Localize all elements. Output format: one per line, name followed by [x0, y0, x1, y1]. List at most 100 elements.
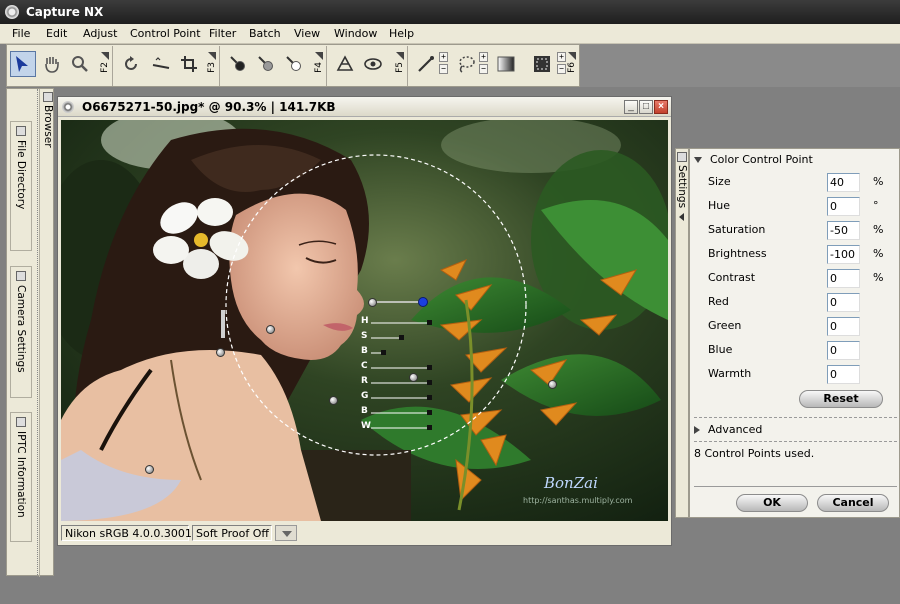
- collapsed-triangle-icon: [694, 426, 700, 434]
- row-blue: Blue 0: [708, 341, 898, 361]
- slider-label-s: S: [361, 331, 368, 341]
- hand-tool[interactable]: [39, 51, 65, 77]
- color-control-point-icon: [364, 58, 382, 70]
- marquee-minus[interactable]: −: [557, 64, 566, 74]
- white-control-point-tool[interactable]: [281, 51, 307, 77]
- iptc-toggle-icon: [16, 417, 26, 427]
- blue-input[interactable]: 0: [827, 341, 860, 360]
- close-button[interactable]: ×: [654, 100, 668, 114]
- file-directory-tab[interactable]: File Directory: [10, 121, 32, 251]
- size-input[interactable]: 40: [827, 173, 860, 192]
- f2-flyout[interactable]: F2: [100, 52, 110, 82]
- f5-flyout[interactable]: F5: [395, 52, 405, 82]
- iptc-information-tab[interactable]: IPTC Information: [10, 412, 32, 542]
- zoom-tool[interactable]: [67, 51, 93, 77]
- main-toolbar: F2 F3 F4 F5 + − + − + − F6: [6, 44, 580, 87]
- control-point-active[interactable]: [368, 298, 377, 307]
- menu-edit[interactable]: Edit: [46, 27, 67, 40]
- reset-button[interactable]: Reset: [799, 390, 883, 408]
- app-title: Capture NX: [26, 5, 104, 19]
- green-input[interactable]: 0: [827, 317, 860, 336]
- separator: [694, 486, 897, 487]
- rotate-tool[interactable]: [118, 51, 144, 77]
- straighten-tool[interactable]: [148, 51, 174, 77]
- color-control-point-tool[interactable]: [360, 51, 386, 77]
- direct-select-icon: [16, 56, 28, 72]
- f4-flyout[interactable]: F4: [314, 52, 324, 82]
- menu-filter[interactable]: Filter: [209, 27, 236, 40]
- saturation-input[interactable]: -50: [827, 221, 860, 240]
- marquee-icon: [534, 56, 550, 72]
- warmth-input[interactable]: 0: [827, 365, 860, 384]
- marquee-plus[interactable]: +: [557, 52, 566, 62]
- lasso-icon: [459, 56, 475, 73]
- hue-input[interactable]: 0: [827, 197, 860, 216]
- red-eye-tool[interactable]: [332, 51, 358, 77]
- f6-flyout[interactable]: F6: [567, 52, 577, 82]
- menu-help[interactable]: Help: [389, 27, 414, 40]
- toolbar-group-control-points: F4: [221, 46, 327, 86]
- lasso-plus[interactable]: +: [479, 52, 488, 62]
- slider-label-w: W: [361, 421, 371, 431]
- menu-file[interactable]: File: [12, 27, 30, 40]
- control-point-size-handle[interactable]: [418, 297, 428, 307]
- soft-proof-field: Soft Proof Off: [192, 525, 272, 541]
- separator: [694, 417, 897, 418]
- cancel-button[interactable]: Cancel: [817, 494, 889, 512]
- row-saturation: Saturation -50 %: [708, 221, 898, 241]
- lasso-tool[interactable]: [453, 51, 479, 77]
- settings-tab[interactable]: Settings: [675, 148, 689, 518]
- menu-adjust[interactable]: Adjust: [83, 27, 117, 40]
- contrast-input[interactable]: 0: [827, 269, 860, 288]
- neutral-control-point-tool[interactable]: [253, 51, 279, 77]
- expanded-triangle-icon: [694, 157, 702, 163]
- control-point[interactable]: [329, 396, 338, 405]
- marquee-tool[interactable]: [529, 51, 555, 77]
- control-point[interactable]: [409, 373, 418, 382]
- brightness-input[interactable]: -100: [827, 245, 860, 264]
- control-point[interactable]: [548, 380, 557, 389]
- row-warmth: Warmth 0: [708, 365, 898, 385]
- menu-batch[interactable]: Batch: [249, 27, 281, 40]
- selection-brush-tool[interactable]: [413, 51, 439, 77]
- menu-bar: File Edit Adjust Control Point Filter Ba…: [0, 24, 900, 44]
- camera-settings-tab[interactable]: Camera Settings: [10, 266, 32, 398]
- brush-size-minus[interactable]: −: [439, 64, 448, 74]
- soft-proof-dropdown[interactable]: [275, 525, 297, 541]
- row-green: Green 0: [708, 317, 898, 337]
- image-window-title: O6675271-50.jpg* @ 90.3% | 141.7KB: [82, 100, 336, 114]
- straighten-icon: [152, 57, 170, 69]
- section-advanced[interactable]: Advanced: [694, 423, 762, 436]
- maximize-button[interactable]: □: [639, 100, 653, 114]
- red-input[interactable]: 0: [827, 293, 860, 312]
- image-canvas[interactable]: H S B C R G B W BonZai http://santhas.mu…: [61, 120, 668, 521]
- control-point[interactable]: [216, 348, 225, 357]
- image-window-titlebar[interactable]: O6675271-50.jpg* @ 90.3% | 141.7KB _ □ ×: [58, 97, 671, 117]
- direct-select-tool[interactable]: [10, 51, 36, 77]
- toolbar-group-transform: F3: [114, 46, 220, 86]
- menu-control-point[interactable]: Control Point: [130, 27, 201, 40]
- section-color-control-point[interactable]: Color Control Point: [694, 153, 813, 166]
- slider-label-b: B: [361, 346, 368, 356]
- control-point[interactable]: [145, 465, 154, 474]
- crop-tool[interactable]: [176, 51, 202, 77]
- browser-tab[interactable]: Browser: [39, 89, 55, 577]
- gradient-tool[interactable]: [493, 51, 519, 77]
- lasso-minus[interactable]: −: [479, 64, 488, 74]
- black-control-point-tool[interactable]: [225, 51, 251, 77]
- minimize-button[interactable]: _: [624, 100, 638, 114]
- app-logo-icon: [5, 5, 19, 19]
- ok-button[interactable]: OK: [736, 494, 808, 512]
- neutral-control-point-icon: [258, 56, 273, 71]
- brush-size-plus[interactable]: +: [439, 52, 448, 62]
- zoom-icon: [72, 56, 88, 72]
- file-directory-toggle-icon: [16, 126, 26, 136]
- menu-window[interactable]: Window: [334, 27, 377, 40]
- f3-flyout[interactable]: F3: [207, 52, 217, 82]
- color-control-point-panel: Color Control Point Size 40 % Hue 0 ° Sa…: [689, 148, 900, 518]
- control-point[interactable]: [266, 325, 275, 334]
- menu-view[interactable]: View: [294, 27, 320, 40]
- color-profile-field: Nikon sRGB 4.0.0.3001: [61, 525, 192, 541]
- white-control-point-icon: [286, 56, 301, 71]
- slider-label-g: G: [361, 391, 369, 401]
